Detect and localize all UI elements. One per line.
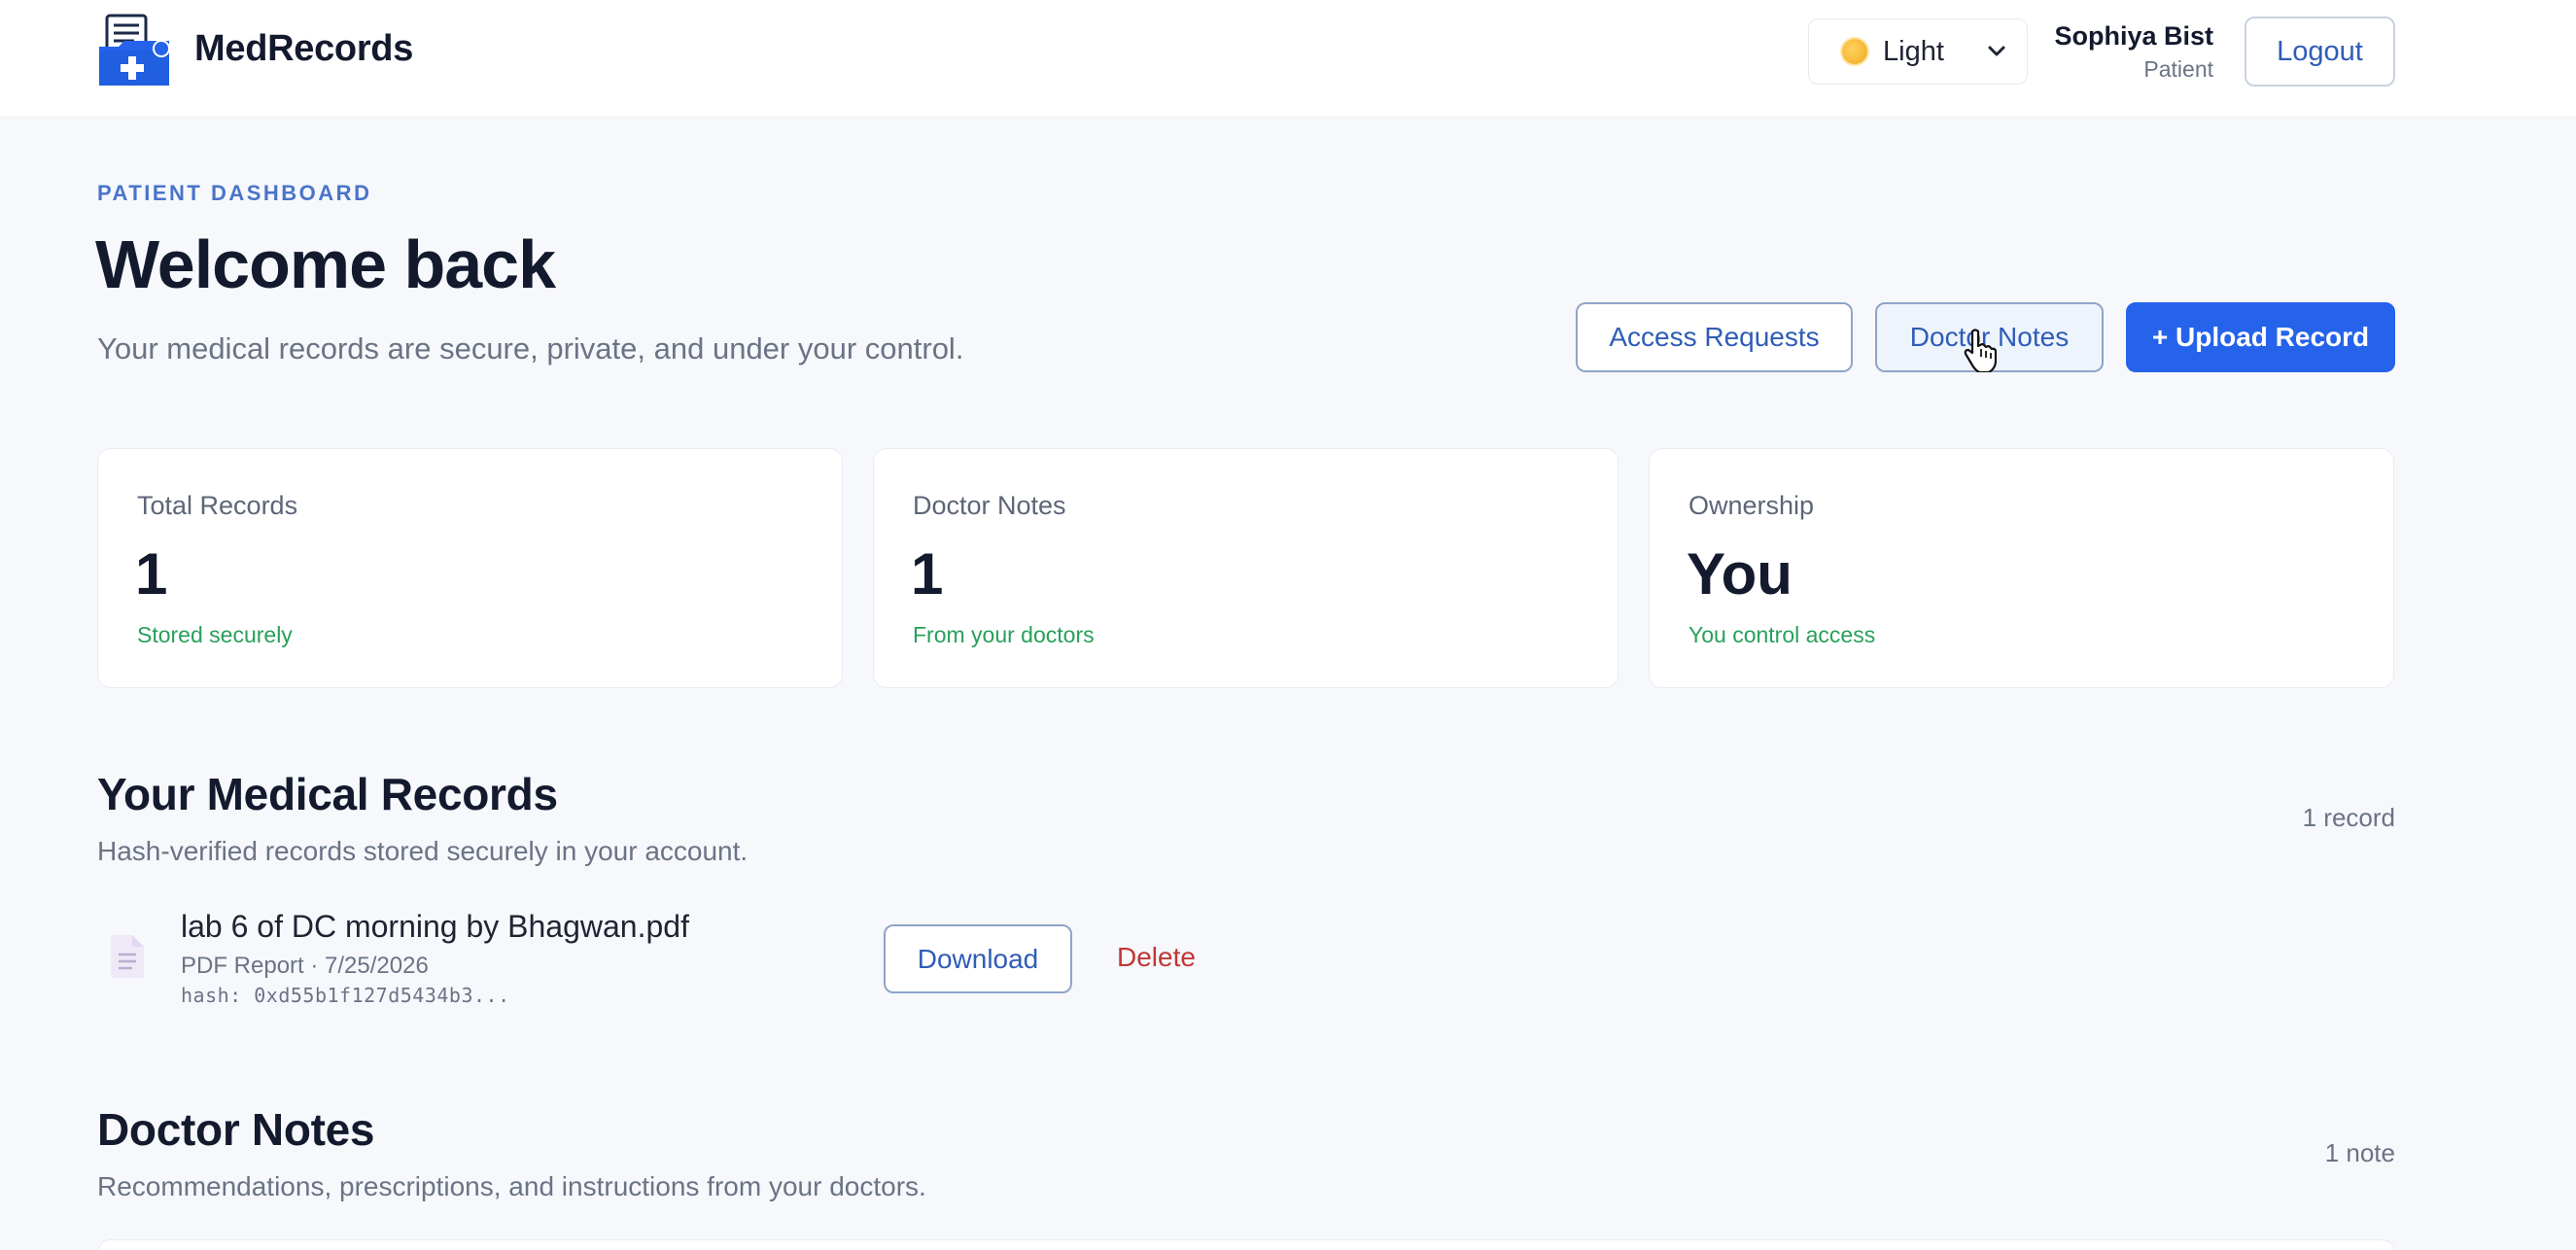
- notes-section-subtitle: Recommendations, prescriptions, and inst…: [97, 1171, 926, 1201]
- theme-select[interactable]: Light: [1808, 18, 2028, 85]
- stat-value: 1: [135, 541, 168, 607]
- record-hash: hash: 0xd55b1f127d5434b3...: [181, 984, 510, 1007]
- top-navbar: MedRecords Light Sophiya Bist Patient Lo…: [0, 0, 2576, 118]
- stat-sub: From your doctors: [913, 622, 1095, 647]
- notes-count: 1 note: [2324, 1138, 2395, 1167]
- hand-pointer-cursor-icon: [1964, 329, 1997, 372]
- notes-section-title: Doctor Notes: [97, 1104, 375, 1155]
- brand-name: MedRecords: [194, 28, 414, 69]
- medical-folder-logo-icon: [99, 14, 170, 86]
- access-requests-button[interactable]: Access Requests: [1576, 302, 1853, 372]
- stat-label: Ownership: [1688, 491, 1815, 520]
- upload-record-button[interactable]: + Upload Record: [2126, 302, 2395, 372]
- delete-button[interactable]: Delete: [1117, 942, 1196, 973]
- chevron-down-icon: [1988, 46, 2005, 56]
- stat-sub: You control access: [1688, 622, 1876, 647]
- records-section-title: Your Medical Records: [97, 769, 558, 819]
- stat-card-doctor-notes: Doctor Notes 1 From your doctors: [873, 448, 1619, 688]
- stat-label: Total Records: [137, 491, 298, 520]
- stat-value: You: [1687, 541, 1793, 607]
- records-section-subtitle: Hash-verified records stored securely in…: [97, 836, 748, 866]
- download-button[interactable]: Download: [884, 924, 1072, 993]
- notes-card: [97, 1239, 2395, 1250]
- stat-card-ownership: Ownership You You control access: [1649, 448, 2394, 688]
- document-file-icon: [111, 935, 144, 978]
- page-title: Welcome back: [95, 226, 556, 302]
- logout-button[interactable]: Logout: [2245, 17, 2395, 87]
- stat-label: Doctor Notes: [913, 491, 1066, 520]
- stat-sub: Stored securely: [137, 622, 293, 647]
- record-meta: PDF Report · 7/25/2026: [181, 953, 429, 979]
- page-subtitle: Your medical records are secure, private…: [97, 331, 964, 365]
- records-count: 1 record: [2302, 803, 2395, 832]
- stat-card-total-records: Total Records 1 Stored securely: [97, 448, 843, 688]
- record-file-name: lab 6 of DC morning by Bhagwan.pdf: [181, 909, 689, 944]
- page-eyebrow: PATIENT DASHBOARD: [97, 181, 372, 205]
- user-role: Patient: [2143, 56, 2213, 82]
- theme-select-value: Light: [1883, 35, 1944, 67]
- user-name: Sophiya Bist: [2054, 21, 2213, 51]
- sun-icon: [1842, 39, 1867, 64]
- stat-value: 1: [911, 541, 944, 607]
